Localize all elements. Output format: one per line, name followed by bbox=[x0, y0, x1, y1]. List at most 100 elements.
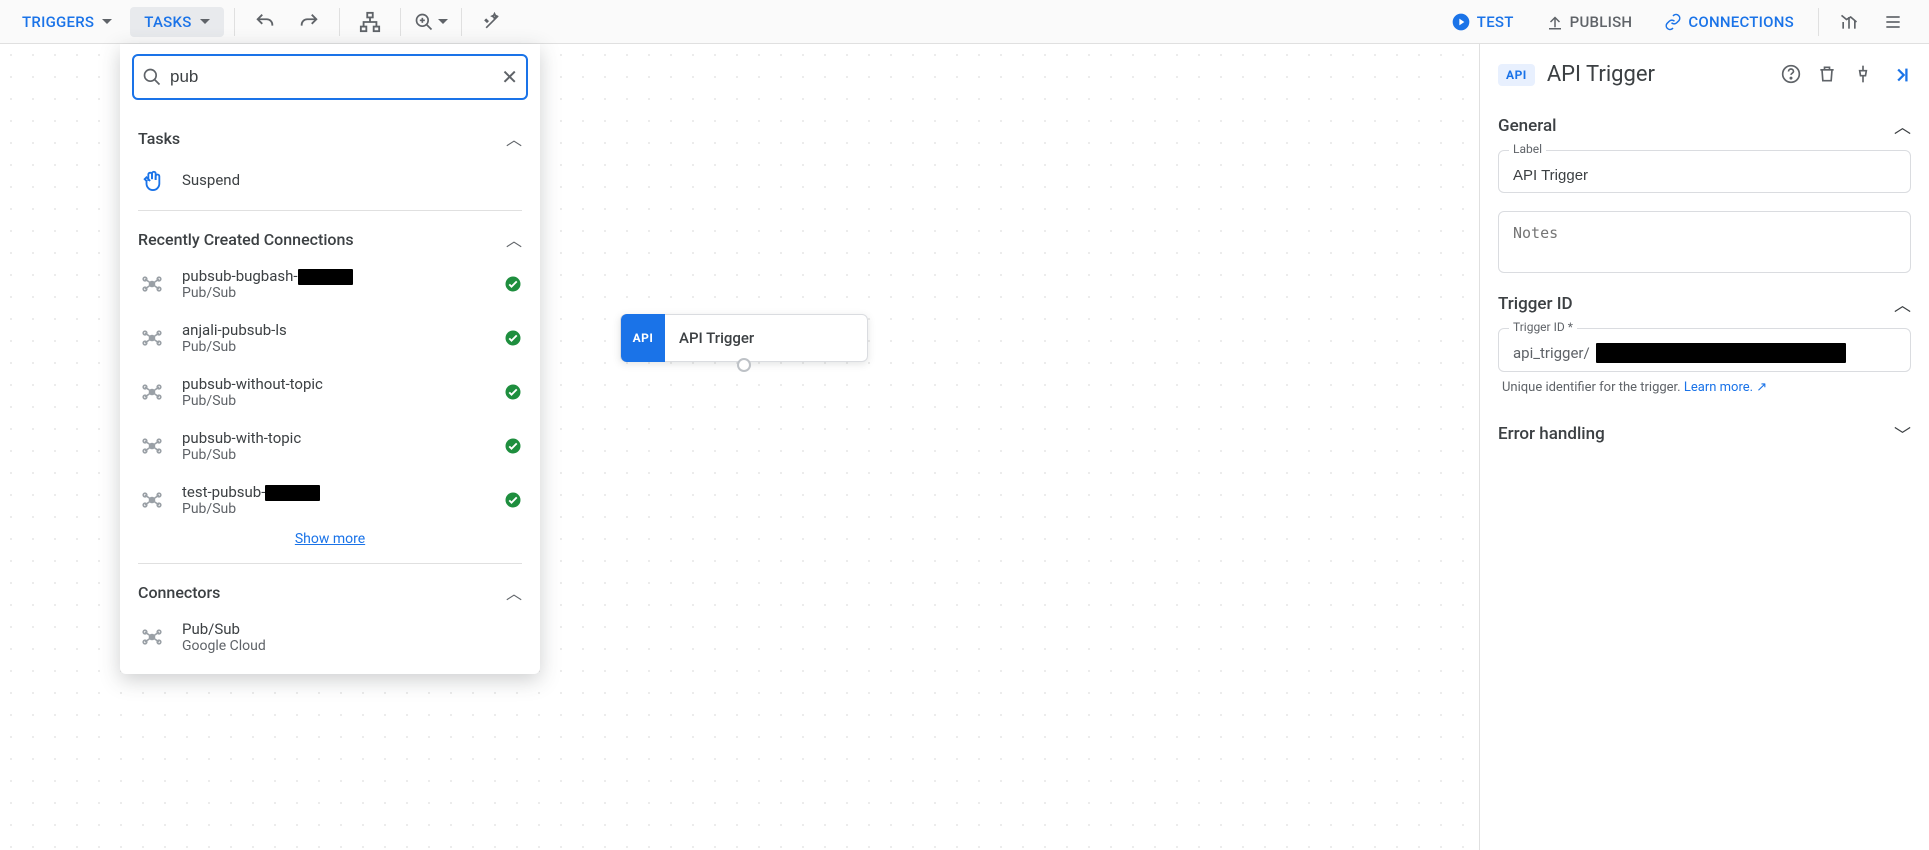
section-trigger-id-header[interactable]: Trigger ID ︿ bbox=[1498, 291, 1911, 316]
connection-type: Pub/Sub bbox=[182, 501, 488, 517]
learn-more-link[interactable]: Learn more. ↗ bbox=[1684, 380, 1767, 395]
chevron-down-icon bbox=[438, 19, 448, 24]
pubsub-icon bbox=[138, 270, 166, 298]
panel-toggle-button[interactable] bbox=[1873, 2, 1913, 42]
trigger-id-prefix: api_trigger/ bbox=[1513, 344, 1590, 362]
chevron-up-icon: ︿ bbox=[506, 126, 522, 150]
chevron-up-icon: ︿ bbox=[506, 227, 522, 251]
connection-item[interactable]: test-pubsub- Pub/Sub bbox=[120, 473, 540, 527]
connections-button[interactable]: CONNECTIONS bbox=[1650, 7, 1808, 37]
connection-item[interactable]: anjali-pubsub-ls Pub/Sub bbox=[120, 311, 540, 365]
check-circle-icon bbox=[504, 275, 522, 293]
section-header-connectors[interactable]: Connectors ︿ bbox=[120, 570, 540, 610]
pubsub-icon bbox=[138, 432, 166, 460]
connector-name: Pub/Sub bbox=[182, 620, 522, 638]
label-field[interactable]: Label bbox=[1498, 150, 1911, 193]
search-icon bbox=[142, 67, 162, 87]
section-header-recent-connections[interactable]: Recently Created Connections ︿ bbox=[120, 217, 540, 257]
pubsub-icon bbox=[138, 486, 166, 514]
connection-type: Pub/Sub bbox=[182, 393, 488, 409]
redo-icon bbox=[298, 11, 320, 33]
tasks-dropdown[interactable]: TASKS bbox=[130, 7, 223, 37]
sitemap-icon bbox=[359, 11, 381, 33]
pubsub-icon bbox=[138, 324, 166, 352]
chevron-down-icon bbox=[102, 19, 112, 24]
connector-vendor: Google Cloud bbox=[182, 638, 522, 654]
bar-chart-icon bbox=[1839, 12, 1859, 32]
trigger-id-field[interactable]: Trigger ID * api_trigger/ bbox=[1498, 328, 1911, 372]
section-error-handling-header[interactable]: Error handling ﹀ bbox=[1498, 421, 1911, 446]
triggers-dropdown[interactable]: TRIGGERS bbox=[8, 7, 126, 37]
section-title: Error handling bbox=[1498, 424, 1605, 444]
magic-wand-icon bbox=[482, 12, 502, 32]
chevron-up-icon: ︿ bbox=[1894, 113, 1911, 138]
connection-type: Pub/Sub bbox=[182, 285, 488, 301]
connection-type: Pub/Sub bbox=[182, 447, 488, 463]
field-label: Trigger ID * bbox=[1509, 320, 1577, 334]
api-badge: API bbox=[621, 314, 665, 362]
api-pill: API bbox=[1498, 64, 1535, 86]
layout-button[interactable] bbox=[350, 2, 390, 42]
section-header-tasks[interactable]: Tasks ︿ bbox=[120, 116, 540, 156]
pubsub-icon bbox=[138, 623, 166, 651]
magic-wand-button[interactable] bbox=[472, 2, 512, 42]
clear-search-button[interactable]: ✕ bbox=[501, 67, 518, 87]
check-circle-icon bbox=[504, 383, 522, 401]
connection-item[interactable]: pubsub-without-topic Pub/Sub bbox=[120, 365, 540, 419]
notes-input[interactable] bbox=[1513, 224, 1896, 260]
field-label: Label bbox=[1509, 142, 1546, 156]
zoom-dropdown[interactable] bbox=[411, 2, 451, 42]
api-trigger-node[interactable]: API API Trigger bbox=[620, 314, 868, 362]
pubsub-icon bbox=[138, 378, 166, 406]
section-title: General bbox=[1498, 116, 1556, 136]
link-icon bbox=[1664, 13, 1682, 31]
connection-name: pubsub-with-topic bbox=[182, 429, 488, 447]
menu-lines-icon bbox=[1883, 12, 1903, 32]
delete-button[interactable] bbox=[1817, 64, 1837, 86]
connection-item[interactable]: pubsub-with-topic Pub/Sub bbox=[120, 419, 540, 473]
section-title: Trigger ID bbox=[1498, 294, 1573, 314]
notes-field[interactable] bbox=[1498, 211, 1911, 273]
collapse-panel-button[interactable] bbox=[1889, 64, 1911, 86]
undo-button[interactable] bbox=[245, 2, 285, 42]
analytics-button[interactable] bbox=[1829, 2, 1869, 42]
top-toolbar: TRIGGERS TASKS TEST bbox=[0, 0, 1929, 44]
triggers-label: TRIGGERS bbox=[22, 13, 94, 31]
upload-icon bbox=[1546, 13, 1564, 31]
redo-button[interactable] bbox=[289, 2, 329, 42]
connection-name: pubsub-without-topic bbox=[182, 375, 488, 393]
collapse-right-icon bbox=[1889, 64, 1911, 86]
help-button[interactable] bbox=[1781, 64, 1801, 86]
test-button[interactable]: TEST bbox=[1437, 6, 1528, 38]
connection-type: Pub/Sub bbox=[182, 339, 488, 355]
section-title: Connectors bbox=[138, 583, 220, 602]
connection-item[interactable]: pubsub-bugbash- Pub/Sub bbox=[120, 257, 540, 311]
chevron-down-icon bbox=[200, 19, 210, 24]
chevron-down-icon: ﹀ bbox=[1894, 421, 1911, 446]
tasks-search-input[interactable] bbox=[170, 67, 501, 87]
node-output-port[interactable] bbox=[737, 358, 751, 372]
task-item[interactable]: Suspend bbox=[120, 156, 540, 204]
tasks-label: TASKS bbox=[144, 13, 191, 31]
section-general-header[interactable]: General ︿ bbox=[1498, 113, 1911, 138]
publish-button[interactable]: PUBLISH bbox=[1532, 7, 1647, 37]
section-title: Tasks bbox=[138, 129, 180, 148]
label-input[interactable] bbox=[1513, 167, 1896, 184]
chevron-up-icon: ︿ bbox=[1894, 291, 1911, 316]
redacted-value bbox=[1596, 343, 1846, 363]
help-circle-icon bbox=[1781, 64, 1801, 84]
panel-title: API Trigger bbox=[1547, 62, 1769, 87]
show-more-link[interactable]: Show more bbox=[120, 527, 540, 557]
test-label: TEST bbox=[1477, 13, 1514, 31]
chevron-up-icon: ︿ bbox=[506, 580, 522, 604]
connector-item[interactable]: Pub/Sub Google Cloud bbox=[120, 610, 540, 664]
tasks-search-field[interactable]: ✕ bbox=[132, 54, 528, 100]
pin-icon bbox=[1853, 64, 1873, 84]
connections-label: CONNECTIONS bbox=[1688, 13, 1794, 31]
connection-name: test-pubsub- bbox=[182, 483, 488, 501]
connection-name: anjali-pubsub-ls bbox=[182, 321, 488, 339]
check-circle-icon bbox=[504, 437, 522, 455]
connection-name: pubsub-bugbash- bbox=[182, 267, 488, 285]
pin-button[interactable] bbox=[1853, 64, 1873, 86]
check-circle-icon bbox=[504, 329, 522, 347]
